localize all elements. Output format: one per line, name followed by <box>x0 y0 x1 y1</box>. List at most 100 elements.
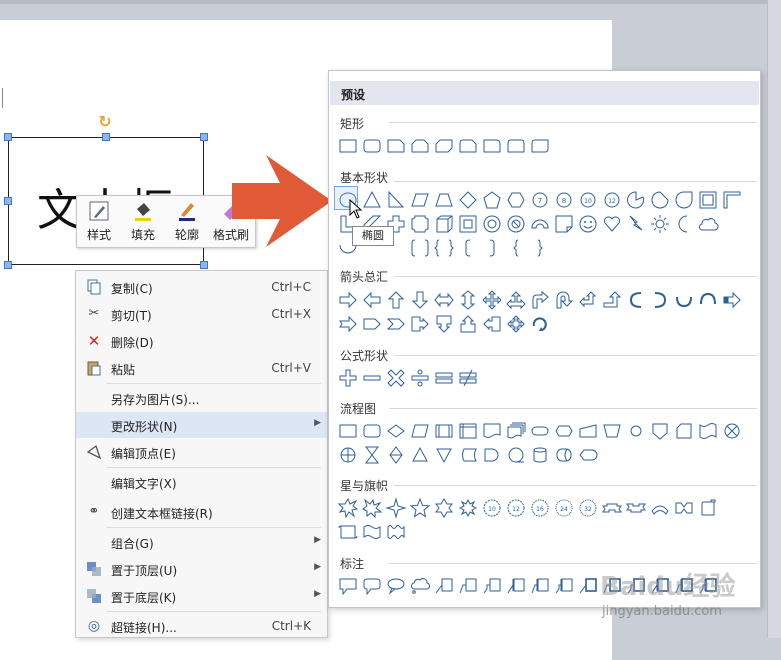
shape-math-plus[interactable] <box>337 367 359 389</box>
shape-left-arrow-callout[interactable] <box>481 313 503 335</box>
shape-line-callout-1[interactable] <box>433 575 455 597</box>
shape-curved-up-arrow[interactable] <box>673 289 695 311</box>
shape-curved-right-arrow[interactable] <box>625 289 647 311</box>
shape-no-symbol[interactable] <box>505 213 527 235</box>
shape-flow-extract[interactable] <box>409 444 431 466</box>
resize-handle-top-right[interactable] <box>200 133 208 141</box>
shape-moon[interactable] <box>673 213 695 235</box>
shape-wave[interactable] <box>361 521 383 543</box>
shape-striped-right-arrow[interactable] <box>721 289 743 311</box>
shape-flow-internal-storage[interactable] <box>457 420 479 442</box>
shape-up-arrow[interactable] <box>385 289 407 311</box>
shape-math-multiply[interactable] <box>385 367 407 389</box>
menu-item-group[interactable]: 组合(G) ▶ <box>76 529 327 555</box>
shape-curved-ribbon-up[interactable] <box>649 497 671 519</box>
resize-handle-bottom-left[interactable] <box>4 261 12 269</box>
shape-pentagon[interactable] <box>481 189 503 211</box>
shape-math-equal[interactable] <box>433 367 455 389</box>
resize-handle-bottom-right[interactable] <box>200 261 208 269</box>
shape-flow-decision[interactable] <box>385 420 407 442</box>
menu-item-save-as-picture[interactable]: 另存为图片(S)... <box>76 385 327 411</box>
style-button[interactable]: 样式 <box>77 200 121 246</box>
shape-star-24[interactable]: 24 <box>553 497 575 519</box>
shape-accent-callout-1[interactable] <box>505 575 527 597</box>
shape-curved-ribbon-down[interactable] <box>673 497 695 519</box>
shape-can[interactable] <box>433 213 455 235</box>
right-scroll-margin[interactable] <box>767 0 781 638</box>
shape-flow-alternate-process[interactable] <box>361 420 383 442</box>
menu-item-copy[interactable]: 复制(C) Ctrl+C <box>76 274 327 300</box>
shape-teardrop[interactable] <box>673 189 695 211</box>
shape-right-arrow[interactable] <box>337 289 359 311</box>
shape-flow-offpage-connector[interactable] <box>649 420 671 442</box>
shape-flow-manual-operation[interactable] <box>601 420 623 442</box>
shape-left-bracket[interactable] <box>457 237 479 259</box>
shape-bent-arrow[interactable] <box>529 289 551 311</box>
shape-left-right-up-arrow[interactable] <box>505 289 527 311</box>
shape-folded-corner[interactable] <box>553 213 575 235</box>
shape-quad-arrow[interactable] <box>481 289 503 311</box>
shape-flow-magnetic-disk[interactable] <box>529 444 551 466</box>
shape-diamond[interactable] <box>457 189 479 211</box>
menu-item-delete[interactable]: ✕ 删除(D) <box>76 328 327 354</box>
shape-flow-document[interactable] <box>481 420 503 442</box>
shape-bent-up-arrow[interactable] <box>601 289 623 311</box>
shape-smiley-face[interactable] <box>577 213 599 235</box>
shape-frame[interactable] <box>697 189 719 211</box>
menu-item-send-to-back[interactable]: 置于底层(K) ▶ <box>76 583 327 609</box>
shape-pie[interactable] <box>625 189 647 211</box>
shape-flow-merge[interactable] <box>433 444 455 466</box>
shape-heptagon[interactable]: 7 <box>529 189 551 211</box>
shape-rectangle[interactable] <box>337 135 359 157</box>
shape-chord[interactable] <box>649 189 671 211</box>
shape-trapezoid[interactable] <box>433 189 455 211</box>
shape-dodecagon[interactable]: 12 <box>601 189 623 211</box>
shape-right-bracket[interactable] <box>481 237 503 259</box>
shape-curved-left-arrow[interactable] <box>649 289 671 311</box>
shape-left-up-arrow[interactable] <box>577 289 599 311</box>
menu-item-bring-to-front[interactable]: 置于顶层(U) ▶ <box>76 556 327 582</box>
shape-flow-collate[interactable] <box>361 444 383 466</box>
shape-block-arc[interactable] <box>529 213 551 235</box>
shape-left-arrow[interactable] <box>361 289 383 311</box>
shape-accent-callout-2[interactable] <box>529 575 551 597</box>
shape-star-10[interactable]: 10 <box>481 497 503 519</box>
menu-item-create-textbox-link[interactable]: ⚭ 创建文本框链接(R) <box>76 499 327 525</box>
menu-item-paste[interactable]: 粘贴 Ctrl+V <box>76 355 327 381</box>
shape-star-4[interactable] <box>385 497 407 519</box>
resize-handle-top-left[interactable] <box>4 133 12 141</box>
shape-right-arrow-callout[interactable] <box>409 313 431 335</box>
fill-button[interactable]: 填充 <box>121 200 165 246</box>
shape-border-callout-1[interactable] <box>577 575 599 597</box>
shape-star-6[interactable] <box>433 497 455 519</box>
shape-snip-same-side[interactable] <box>409 135 431 157</box>
shape-decagon[interactable]: 10 <box>577 189 599 211</box>
outline-button[interactable]: 轮廓 <box>165 200 209 246</box>
shape-flow-display[interactable] <box>577 444 599 466</box>
shape-double-bracket[interactable] <box>409 237 431 259</box>
shape-flow-summing-junction[interactable] <box>721 420 743 442</box>
shape-plaque[interactable] <box>409 213 431 235</box>
shape-u-turn-arrow[interactable] <box>553 289 575 311</box>
shape-snip-rectangle[interactable] <box>385 135 407 157</box>
shape-flow-connector[interactable] <box>625 420 647 442</box>
resize-handle-left[interactable] <box>4 197 12 205</box>
menu-item-edit-points[interactable]: 编辑顶点(E) <box>76 439 327 465</box>
shape-chevron[interactable] <box>385 313 407 335</box>
shape-down-arrow-callout[interactable] <box>433 313 455 335</box>
shape-flow-stored-data[interactable] <box>457 444 479 466</box>
shape-flow-predefined-process[interactable] <box>433 420 455 442</box>
shape-ribbon-up[interactable] <box>601 497 623 519</box>
rotate-handle-icon[interactable]: ↻ <box>97 114 113 130</box>
shape-donut[interactable] <box>481 213 503 235</box>
shape-down-arrow[interactable] <box>409 289 431 311</box>
shape-round-same-side[interactable] <box>505 135 527 157</box>
shape-heart[interactable] <box>601 213 623 235</box>
shape-flow-punched-tape[interactable] <box>697 420 719 442</box>
shape-hexagon[interactable] <box>505 189 527 211</box>
shape-double-wave[interactable] <box>385 521 407 543</box>
shape-line-callout-3[interactable] <box>481 575 503 597</box>
shape-double-brace[interactable] <box>433 237 455 259</box>
shape-rect-callout[interactable] <box>337 575 359 597</box>
shape-explosion-2[interactable] <box>361 497 383 519</box>
